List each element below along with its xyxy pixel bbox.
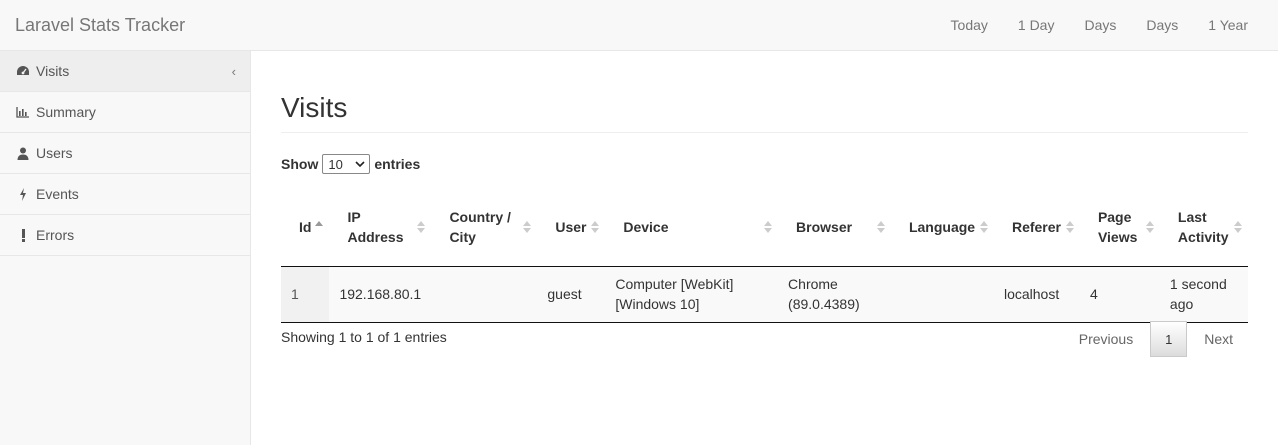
table-info: Showing 1 to 1 of 1 entries <box>281 329 447 345</box>
length-label-before: Show <box>281 156 319 172</box>
table-cell-last-activity: 1 second ago <box>1159 266 1248 323</box>
bar-chart-icon <box>16 105 30 119</box>
period-today-link[interactable]: Today <box>936 0 1003 50</box>
visits-table: Id IP Address Country / City User Device Browse… <box>281 188 1248 323</box>
current-page-button[interactable]: 1 <box>1150 321 1188 357</box>
period-1-year-link[interactable]: 1 Year <box>1193 0 1263 50</box>
column-header-text: Referer <box>1011 218 1061 235</box>
table-header-row: Id IP Address Country / City User Device Browse… <box>281 188 1248 267</box>
table-cell-ip-address: 192.168.80.1 <box>329 266 432 323</box>
period-days-link-2[interactable]: Days <box>1131 0 1193 50</box>
column-header-text: Device <box>623 218 669 235</box>
exclamation-icon <box>16 228 30 242</box>
main-content: Visits Show 10 entries Id IP Address Countr… <box>281 51 1248 357</box>
sidebar-item-label: Events <box>36 186 79 202</box>
column-header-country-city[interactable]: Country / City <box>431 188 538 267</box>
table-cell-page-views: 4 <box>1079 266 1160 323</box>
next-page-button[interactable]: Next <box>1189 322 1248 356</box>
table-cell-user: guest <box>537 266 606 323</box>
sidebar-item-visits[interactable]: Visits ‹ <box>0 51 250 92</box>
sidebar-item-label: Errors <box>36 227 75 243</box>
app-brand[interactable]: Laravel Stats Tracker <box>15 15 185 35</box>
cell-text: localhost <box>1003 286 1060 302</box>
cell-text: [Windows 10] <box>615 296 700 312</box>
column-header-last-activity[interactable]: Last Activity <box>1159 188 1248 267</box>
cell-text: Chrome <box>788 276 838 292</box>
sidebar-item-users[interactable]: Users <box>0 133 250 174</box>
table-cell-browser: Chrome (89.0.4389) <box>778 266 891 323</box>
dashboard-icon <box>16 64 30 78</box>
table-cell-country-city <box>431 266 538 323</box>
column-header-text: Page <box>1097 208 1132 225</box>
sort-both-icon <box>591 220 600 233</box>
cell-text: guest <box>547 286 582 302</box>
table-row[interactable]: 1 192.168.80.1 guest Computer [WebKit] [Wind… <box>281 266 1248 323</box>
cell-text: 4 <box>1089 286 1098 302</box>
cell-text: 1 second <box>1169 276 1227 292</box>
column-header-ip-address[interactable]: IP Address <box>329 188 432 267</box>
sidebar-item-errors[interactable]: Errors <box>0 215 250 256</box>
bolt-icon <box>16 187 30 201</box>
length-label-after: entries <box>374 156 421 172</box>
sort-both-icon <box>1065 220 1074 233</box>
column-header-text: Activity <box>1177 228 1229 245</box>
cell-text: (89.0.4389) <box>788 296 860 312</box>
sidebar-item-label: Visits <box>36 63 70 79</box>
sort-both-icon <box>1234 220 1242 233</box>
entries-length-control: Show 10 entries <box>281 153 1248 175</box>
sort-both-icon <box>1145 220 1154 233</box>
period-days-link[interactable]: Days <box>1069 0 1131 50</box>
column-header-id[interactable]: Id <box>281 188 330 267</box>
page-title: Visits <box>281 91 1248 133</box>
previous-page-button[interactable]: Previous <box>1064 322 1148 356</box>
table-body: 1 192.168.80.1 guest Computer [WebKit] [Wind… <box>281 266 1248 323</box>
table-cell-language <box>890 266 994 323</box>
chevron-down-icon <box>355 161 365 168</box>
sidebar-item-label: Users <box>36 145 73 161</box>
cell-text: 1 <box>291 286 299 302</box>
period-1-day-link[interactable]: 1 Day <box>1003 0 1070 50</box>
column-header-device[interactable]: Device <box>605 188 779 267</box>
cell-text: 192.168.80.1 <box>339 286 422 302</box>
chevron-left-icon: ‹ <box>231 64 236 79</box>
table-cell-device: Computer [WebKit] [Windows 10] <box>605 266 779 323</box>
column-header-text: Country / <box>449 208 511 225</box>
column-header-language[interactable]: Language <box>890 188 994 267</box>
column-header-text: IP <box>347 208 361 225</box>
sidebar-item-label: Summary <box>36 104 96 120</box>
column-header-text: Address <box>347 228 404 245</box>
sort-both-icon <box>876 220 885 233</box>
column-header-text: City <box>449 228 476 245</box>
column-header-page-views[interactable]: Page Views <box>1079 188 1160 267</box>
sidebar: Visits ‹ Summary Users Events Errors <box>0 51 251 445</box>
table-cell-referer: localhost <box>993 266 1080 323</box>
column-header-text: Browser <box>796 218 853 235</box>
table-cell-id: 1 <box>281 266 330 323</box>
entries-per-page-select[interactable]: 10 <box>322 154 371 174</box>
column-header-text: Last <box>1177 208 1207 225</box>
user-icon <box>16 146 30 160</box>
cell-text: Computer [WebKit] <box>615 276 734 292</box>
column-header-text: Language <box>908 218 976 235</box>
cell-text: ago <box>1169 296 1194 312</box>
column-header-user[interactable]: User <box>537 188 606 267</box>
column-header-text: Views <box>1097 228 1138 245</box>
column-header-browser[interactable]: Browser <box>778 188 891 267</box>
sidebar-item-events[interactable]: Events <box>0 174 250 215</box>
entries-per-page-value: 10 <box>328 156 343 172</box>
period-nav: Today 1 Day Days Days 1 Year <box>936 0 1263 50</box>
column-header-text: User <box>555 218 587 235</box>
top-navbar: Laravel Stats Tracker Today 1 Day Days D… <box>0 0 1278 51</box>
sort-ascending-icon <box>315 220 324 226</box>
sort-both-icon <box>764 220 773 233</box>
sort-both-icon <box>979 220 988 233</box>
pagination: Previous 1 Next <box>1064 321 1248 357</box>
column-header-text: Id <box>299 218 312 235</box>
sort-both-icon <box>417 220 426 233</box>
sort-both-icon <box>523 220 532 233</box>
column-header-referer[interactable]: Referer <box>993 188 1080 267</box>
sidebar-item-summary[interactable]: Summary <box>0 92 250 133</box>
